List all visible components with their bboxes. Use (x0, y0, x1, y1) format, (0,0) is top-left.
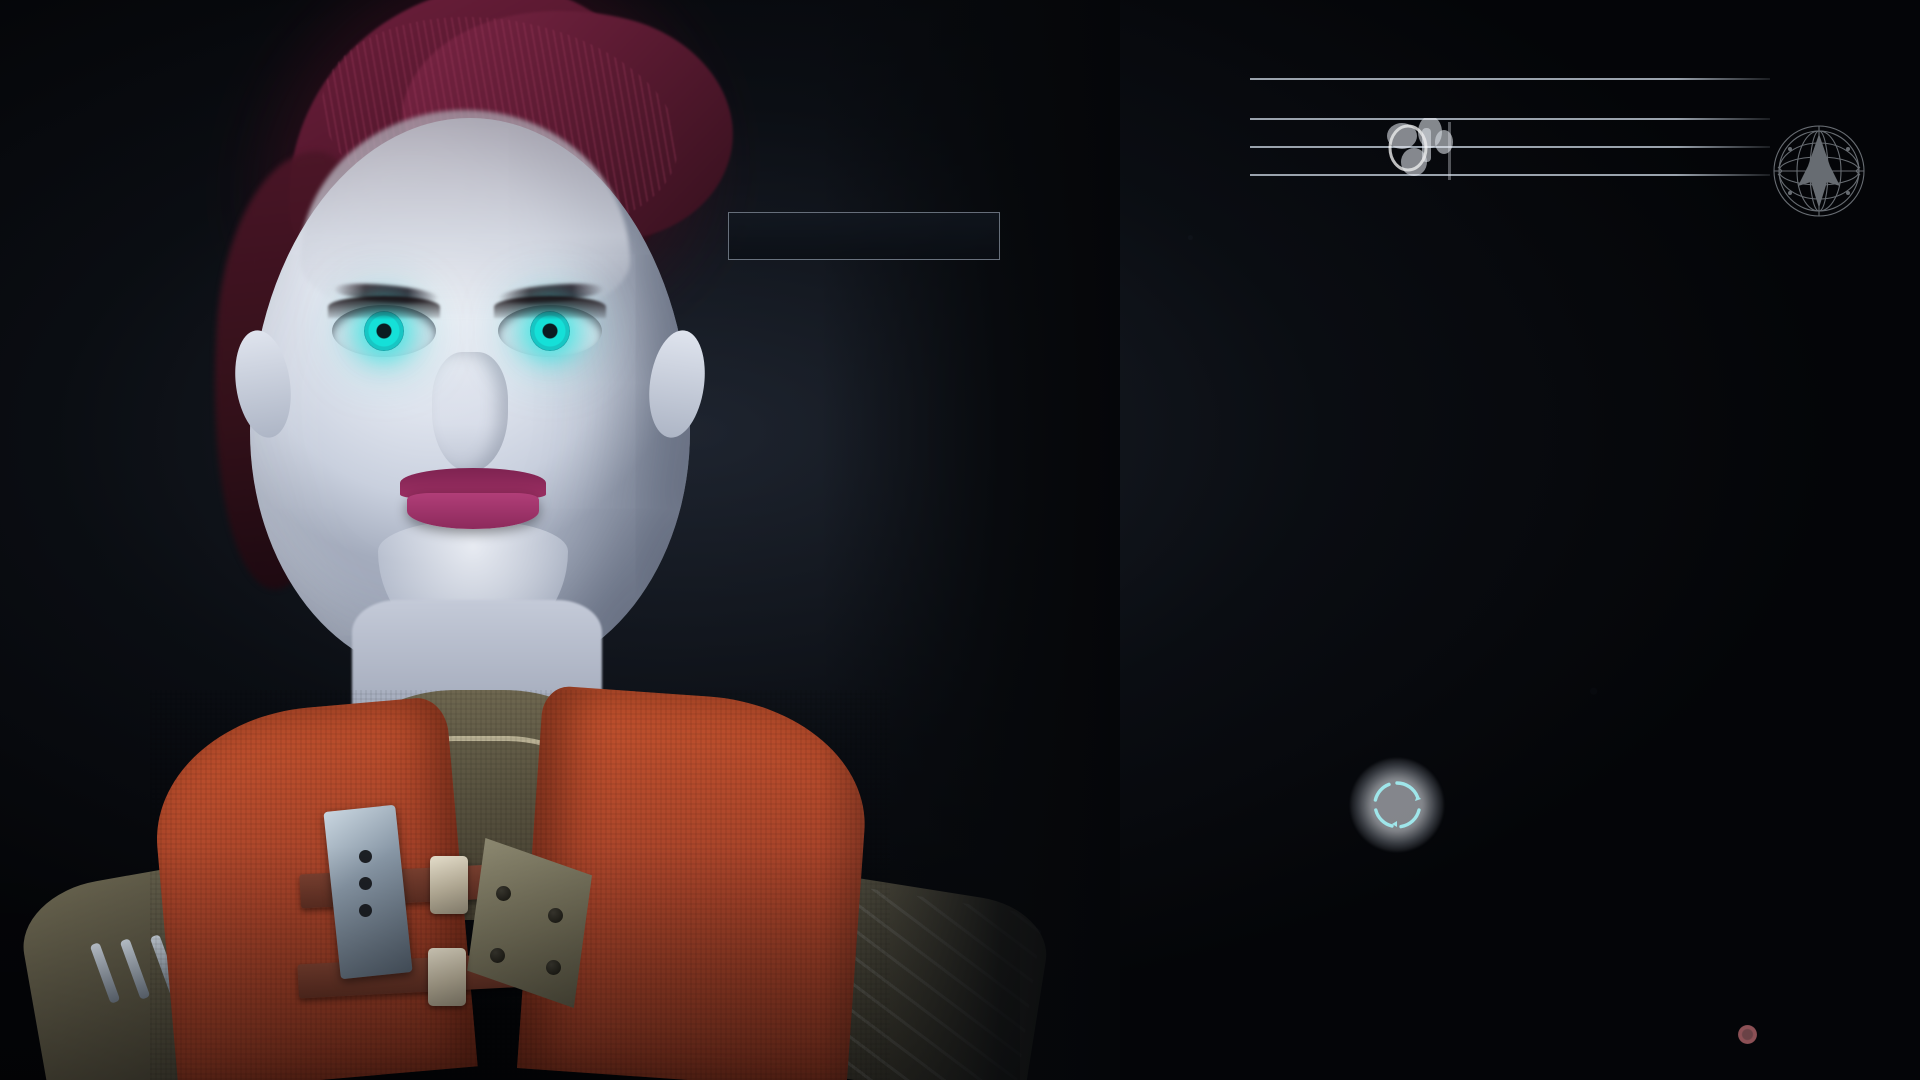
eye-color-section (1250, 174, 1770, 176)
section-divider (1250, 146, 1770, 148)
character-lips (400, 468, 546, 530)
customization-menu (728, 160, 1000, 260)
character-lip-lower (407, 493, 539, 529)
lip-color-section (1250, 146, 1770, 148)
section-divider (1250, 174, 1770, 176)
section-divider (1250, 118, 1770, 120)
options-panel (1250, 78, 1770, 202)
skin-color-section (1250, 118, 1770, 120)
face-section (1250, 78, 1770, 92)
record-dot-icon (1738, 1025, 1757, 1044)
guardian-ship-emblem-icon (1770, 122, 1868, 220)
finish-button[interactable] (728, 212, 1000, 260)
character-eyelash-left (328, 296, 440, 318)
overlay-divider (1448, 122, 1451, 180)
dismiss-button[interactable] (1738, 1025, 1768, 1044)
character-nose (432, 352, 508, 472)
section-divider (1250, 78, 1770, 80)
character-eyelash-right (494, 296, 606, 318)
